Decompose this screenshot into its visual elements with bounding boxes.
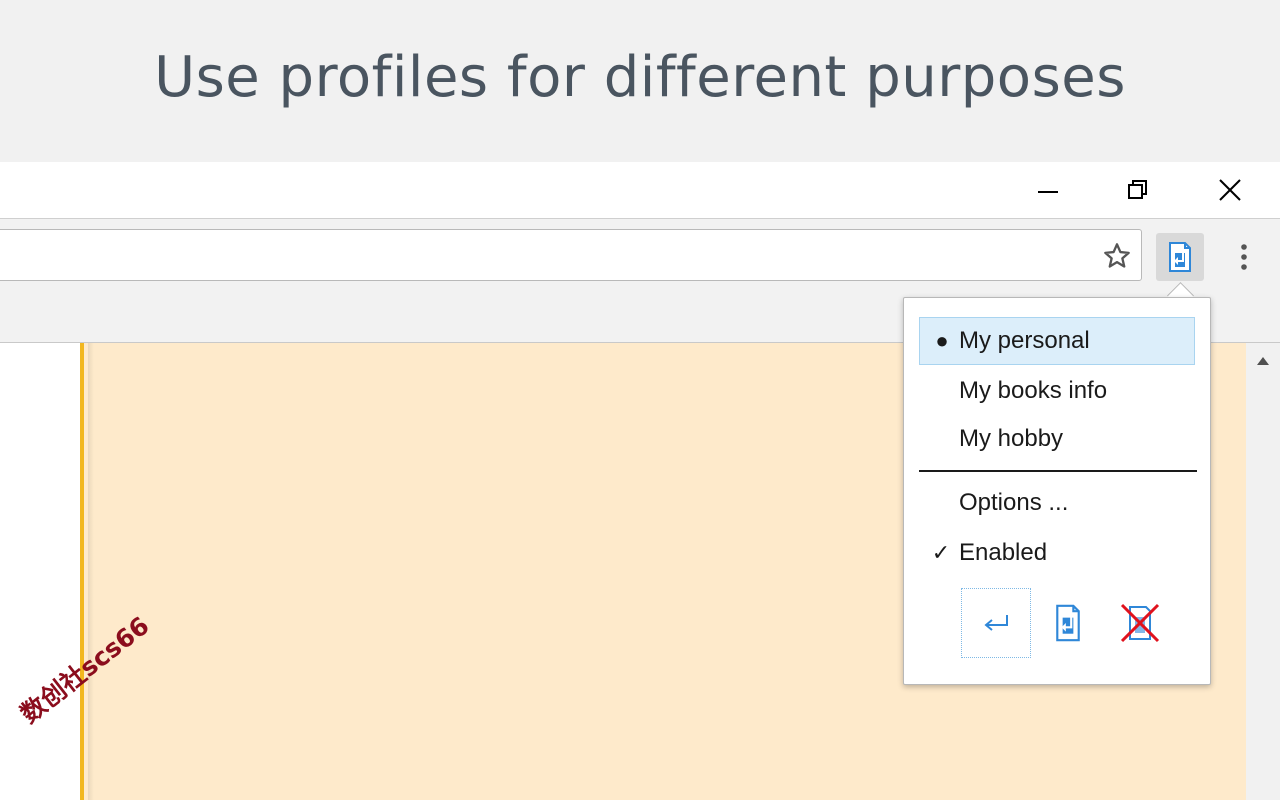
menu-item-profile-hobby[interactable]: My hobby xyxy=(919,415,1195,463)
menu-item-profile-books[interactable]: My books info xyxy=(919,367,1195,415)
minimize-button[interactable] xyxy=(1003,162,1093,218)
normal-mode-button[interactable] xyxy=(961,588,1031,658)
page-headline: Use profiles for different purposes xyxy=(154,45,1126,110)
menu-item-profile-personal[interactable]: ● My personal xyxy=(919,317,1195,365)
menu-item-label: Options ... xyxy=(959,489,1069,516)
minimize-icon xyxy=(1038,191,1058,193)
address-bar[interactable] xyxy=(0,229,1142,281)
menu-item-label: My hobby xyxy=(959,425,1064,452)
menu-item-enabled[interactable]: ✓ Enabled xyxy=(919,529,1195,577)
menu-item-label: My personal xyxy=(959,327,1090,354)
menu-item-options[interactable]: Options ... xyxy=(919,479,1195,527)
profile-switch-icon xyxy=(1169,242,1191,272)
checkmark-icon: ✓ xyxy=(931,540,951,565)
profile-mode-button[interactable] xyxy=(1033,588,1103,658)
disable-mode-button[interactable] xyxy=(1105,588,1175,658)
profile-popup-menu: ● My personal My books info My hobby Opt… xyxy=(903,297,1211,685)
active-dot-icon: ● xyxy=(935,328,949,353)
return-arrow-icon xyxy=(984,615,1008,631)
menu-item-label: My books info xyxy=(959,377,1108,404)
restore-button[interactable] xyxy=(1093,162,1183,218)
window-titlebar xyxy=(0,162,1280,218)
profile-switch-icon xyxy=(1056,604,1080,642)
close-icon xyxy=(1219,179,1241,201)
star-icon[interactable] xyxy=(1103,242,1131,270)
restore-icon xyxy=(1128,180,1147,199)
vertical-scrollbar[interactable] xyxy=(1246,343,1280,800)
kebab-menu-icon[interactable] xyxy=(1232,241,1256,273)
scroll-up-arrow-icon[interactable] xyxy=(1257,357,1269,365)
browser-toolbar xyxy=(0,218,1280,295)
menu-divider xyxy=(919,470,1197,472)
close-button[interactable] xyxy=(1185,162,1275,218)
profile-extension-button[interactable] xyxy=(1156,233,1204,281)
menu-item-label: Enabled xyxy=(959,539,1048,566)
disabled-profile-icon xyxy=(1120,603,1160,643)
mode-icon-row xyxy=(961,588,1181,658)
